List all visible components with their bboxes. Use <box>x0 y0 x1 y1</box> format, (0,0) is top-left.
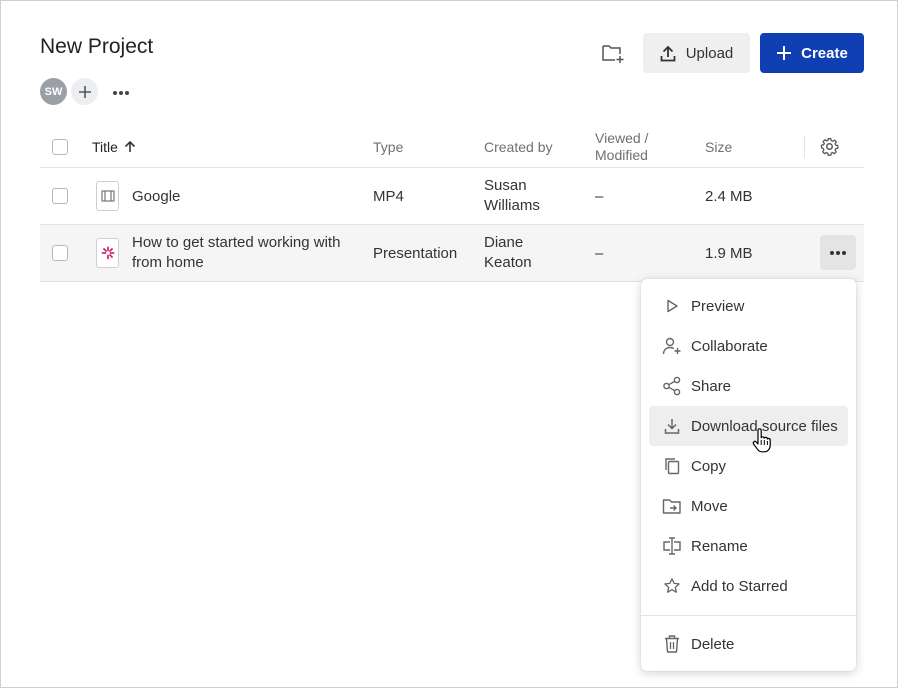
menu-item-download-source-files[interactable]: Download source files <box>649 406 848 446</box>
gear-icon <box>820 137 839 156</box>
column-viewed-modified[interactable]: Viewed / Modified <box>595 126 648 167</box>
presentation-file-icon <box>96 238 119 268</box>
file-type: MP4 <box>373 187 404 205</box>
plus-icon <box>777 46 792 60</box>
menu-item-share[interactable]: Share <box>649 366 848 406</box>
trash-icon <box>662 634 682 654</box>
menu-item-label: Copy <box>691 457 727 475</box>
row-checkbox[interactable] <box>52 188 68 204</box>
menu-item-label: Add to Starred <box>691 577 788 595</box>
row-checkbox[interactable] <box>52 245 68 261</box>
hand-cursor-icon <box>752 428 771 453</box>
more-horizontal-icon <box>113 90 129 95</box>
column-divider <box>804 136 805 158</box>
file-viewed: – <box>595 244 604 262</box>
upload-icon <box>660 45 676 61</box>
menu-item-rename[interactable]: Rename <box>649 526 848 566</box>
menu-item-label: Move <box>691 497 728 515</box>
file-size: 1.9 MB <box>705 244 753 262</box>
select-all-checkbox[interactable] <box>52 138 68 155</box>
creator-last-name: Williams <box>484 197 540 214</box>
select-all-cell <box>52 126 68 167</box>
creator-last-name: Keaton <box>484 254 532 271</box>
download-icon <box>662 416 682 436</box>
menu-item-label: Preview <box>691 297 745 315</box>
upload-button[interactable]: Upload <box>643 33 750 73</box>
column-created-by[interactable]: Created by <box>484 126 552 167</box>
column-viewed-label: Viewed / <box>595 129 649 146</box>
new-folder-button[interactable] <box>600 41 626 65</box>
file-size: 2.4 MB <box>705 187 753 205</box>
creator-first-name: Susan <box>484 177 527 194</box>
column-size[interactable]: Size <box>705 126 732 167</box>
upload-label: Upload <box>685 44 734 62</box>
menu-item-label: Rename <box>691 537 748 555</box>
avatar[interactable]: SW <box>40 78 67 105</box>
play-icon <box>662 296 682 316</box>
move-folder-icon <box>662 496 682 516</box>
file-type: Presentation <box>373 244 458 262</box>
menu-item-label: Delete <box>691 635 735 653</box>
star-icon <box>662 576 682 596</box>
copy-icon <box>662 456 682 476</box>
file-created-by: Diane Keaton <box>484 225 532 281</box>
row-select-cell <box>52 225 68 281</box>
add-person-icon <box>662 336 682 356</box>
file-table: Title Type Created by Viewed / Modified … <box>40 126 864 282</box>
menu-item-label: Collaborate <box>691 337 768 355</box>
table-row[interactable]: Google MP4 Susan Williams – 2.4 MB <box>40 168 864 225</box>
file-title-line1: How to get started working with <box>132 234 341 251</box>
page-title: New Project <box>40 35 154 58</box>
column-title[interactable]: Title <box>92 126 136 167</box>
collaborators-bar: SW <box>40 78 130 105</box>
folder-plus-icon <box>602 45 624 63</box>
menu-item-label: Share <box>691 377 732 395</box>
video-file-icon <box>96 181 119 211</box>
file-viewed: – <box>595 187 604 205</box>
creator-first-name: Diane <box>484 234 524 251</box>
row-actions-button[interactable] <box>820 235 856 270</box>
menu-item-add-to-starred[interactable]: Add to Starred <box>649 566 848 606</box>
column-title-label: Title <box>92 138 118 155</box>
more-horizontal-icon <box>830 250 846 255</box>
arrow-up-icon <box>124 140 136 152</box>
file-title-line2: from home <box>132 254 204 271</box>
rename-icon <box>662 536 682 556</box>
menu-item-copy[interactable]: Copy <box>649 446 848 486</box>
column-modified-label: Modified <box>595 146 648 163</box>
menu-item-delete[interactable]: Delete <box>649 624 848 664</box>
table-header: Title Type Created by Viewed / Modified … <box>40 126 864 168</box>
file-icon-cell <box>96 168 119 224</box>
menu-item-collaborate[interactable]: Collaborate <box>649 326 848 366</box>
column-type[interactable]: Type <box>373 126 403 167</box>
table-row[interactable]: How to get started working with from hom… <box>40 225 864 282</box>
plus-icon <box>78 85 91 98</box>
context-menu: Preview Collaborate Share Download sourc… <box>641 279 856 671</box>
share-icon <box>662 376 682 396</box>
menu-divider <box>641 615 856 616</box>
row-select-cell <box>52 168 68 224</box>
add-collaborator-button[interactable] <box>71 78 98 105</box>
file-created-by: Susan Williams <box>484 168 540 224</box>
column-settings-button[interactable] <box>820 126 839 167</box>
more-options-button[interactable] <box>112 84 130 100</box>
file-title[interactable]: Google <box>132 168 180 224</box>
file-icon-cell <box>96 225 119 281</box>
create-button[interactable]: Create <box>760 33 864 73</box>
create-label: Create <box>801 44 848 62</box>
file-title[interactable]: How to get started working with from hom… <box>132 225 340 281</box>
menu-item-preview[interactable]: Preview <box>649 286 848 326</box>
menu-item-move[interactable]: Move <box>649 486 848 526</box>
